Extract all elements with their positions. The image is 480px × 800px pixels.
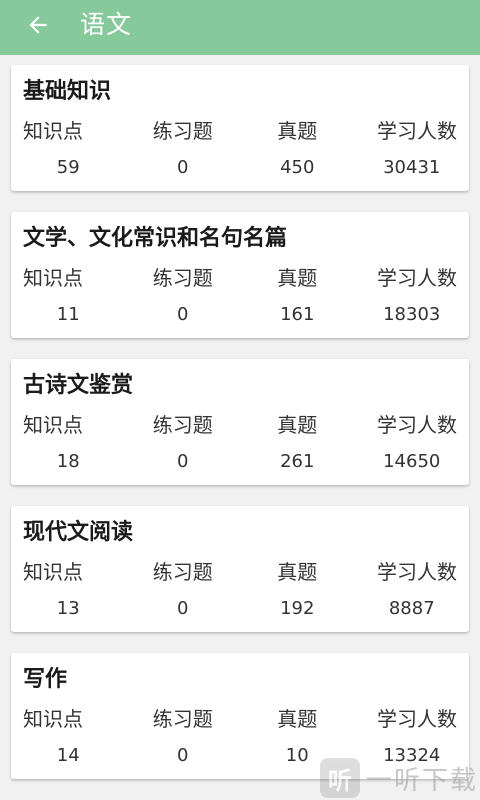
- value-real-questions: 192: [280, 598, 315, 619]
- back-button[interactable]: [22, 9, 54, 41]
- label-exercises: 练习题: [152, 560, 213, 584]
- value-real-questions: 261: [280, 451, 315, 472]
- label-knowledge-points: 知识点: [23, 413, 83, 437]
- card-title: 古诗文鉴赏: [23, 373, 134, 398]
- value-real-questions: 450: [280, 157, 315, 178]
- stat-values: 13 0 192 8887: [11, 597, 469, 621]
- category-card[interactable]: 现代文阅读 知识点 练习题 真题 学习人数 13 0 192 8887: [11, 506, 469, 632]
- value-knowledge-points: 18: [56, 451, 80, 472]
- value-exercises: 0: [177, 451, 189, 472]
- label-knowledge-points: 知识点: [23, 119, 83, 143]
- value-knowledge-points: 11: [56, 304, 80, 325]
- stat-values: 18 0 261 14650: [11, 450, 469, 474]
- label-knowledge-points: 知识点: [23, 266, 83, 290]
- label-learners: 学习人数: [377, 266, 457, 290]
- arrow-left-icon: [29, 16, 47, 34]
- label-learners: 学习人数: [377, 560, 457, 584]
- label-knowledge-points: 知识点: [23, 707, 83, 731]
- stat-values: 59 0 450 30431: [11, 156, 469, 180]
- stat-values: 11 0 161 18303: [11, 303, 469, 327]
- app-bar: 语文: [0, 0, 480, 55]
- value-exercises: 0: [177, 304, 189, 325]
- stat-labels: 知识点 练习题 真题 学习人数: [11, 558, 469, 586]
- subject-list: 基础知识 知识点 练习题 真题 学习人数 59 0 450 30431 文学、文…: [0, 55, 480, 800]
- card-title: 写作: [23, 667, 68, 692]
- label-real-questions: 真题: [277, 119, 318, 143]
- watermark: 听 一听下载: [319, 758, 478, 798]
- value-knowledge-points: 59: [56, 157, 80, 178]
- watermark-logo-icon: 听: [319, 758, 360, 798]
- label-real-questions: 真题: [277, 266, 318, 290]
- card-title: 现代文阅读: [23, 520, 134, 545]
- label-real-questions: 真题: [277, 707, 318, 731]
- category-card[interactable]: 文学、文化常识和名句名篇 知识点 练习题 真题 学习人数 11 0 161 18…: [11, 212, 469, 338]
- value-knowledge-points: 14: [56, 745, 80, 766]
- category-card[interactable]: 古诗文鉴赏 知识点 练习题 真题 学习人数 18 0 261 14650: [11, 359, 469, 485]
- value-learners: 18303: [383, 304, 441, 325]
- label-exercises: 练习题: [152, 707, 213, 731]
- label-learners: 学习人数: [377, 119, 457, 143]
- label-real-questions: 真题: [277, 560, 318, 584]
- label-learners: 学习人数: [377, 707, 457, 731]
- value-exercises: 0: [177, 157, 189, 178]
- stat-labels: 知识点 练习题 真题 学习人数: [11, 411, 469, 439]
- page-title: 语文: [80, 10, 133, 39]
- card-title: 基础知识: [23, 79, 112, 104]
- value-real-questions: 161: [280, 304, 315, 325]
- value-learners: 30431: [383, 157, 441, 178]
- value-learners: 14650: [383, 451, 441, 472]
- value-exercises: 0: [177, 745, 189, 766]
- stat-labels: 知识点 练习题 真题 学习人数: [11, 264, 469, 292]
- watermark-text: 一听下载: [365, 765, 478, 796]
- label-exercises: 练习题: [152, 413, 213, 437]
- label-exercises: 练习题: [152, 266, 213, 290]
- stat-labels: 知识点 练习题 真题 学习人数: [11, 117, 469, 145]
- value-learners: 8887: [388, 598, 435, 619]
- value-knowledge-points: 13: [56, 598, 80, 619]
- label-learners: 学习人数: [377, 413, 457, 437]
- label-knowledge-points: 知识点: [23, 560, 83, 584]
- label-exercises: 练习题: [152, 119, 213, 143]
- category-card[interactable]: 基础知识 知识点 练习题 真题 学习人数 59 0 450 30431: [11, 65, 469, 191]
- value-exercises: 0: [177, 598, 189, 619]
- card-title: 文学、文化常识和名句名篇: [23, 226, 288, 251]
- label-real-questions: 真题: [277, 413, 318, 437]
- stat-labels: 知识点 练习题 真题 学习人数: [11, 705, 469, 733]
